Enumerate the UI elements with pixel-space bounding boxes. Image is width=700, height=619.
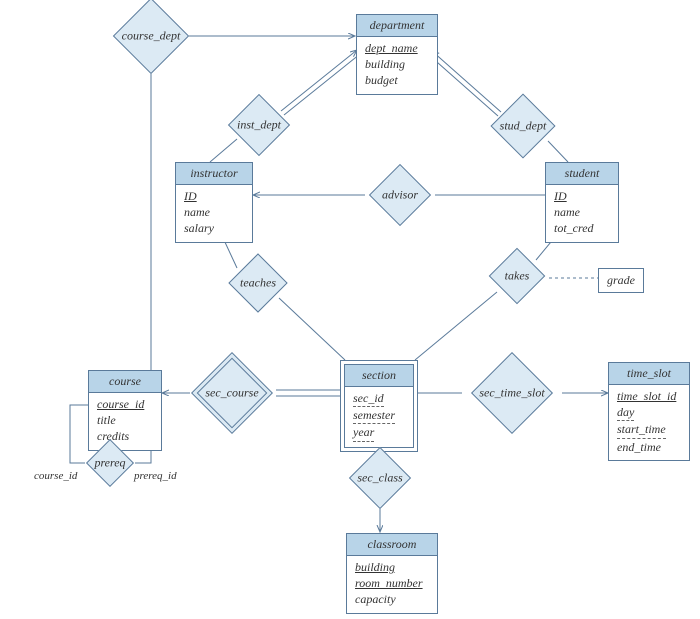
rel-prereq: prereq (93, 446, 127, 480)
entity-title: time_slot (609, 363, 689, 385)
entity-time-slot: time_slot time_slot_id day start_time en… (608, 362, 690, 461)
entity-section: section sec_id semester year (344, 364, 414, 448)
attr-grade: grade (598, 268, 644, 293)
rel-sec-time-slot: sec_time_slot (483, 364, 541, 422)
entity-student: student ID name tot_cred (545, 162, 619, 243)
entity-attrs: ID name salary (176, 185, 252, 242)
entity-title: student (546, 163, 618, 185)
entity-attrs: dept_name building budget (357, 37, 437, 94)
entity-classroom: classroom building room_number capacity (346, 533, 438, 614)
rel-stud-dept: stud_dept (500, 103, 546, 149)
entity-title: course (89, 371, 161, 393)
entity-attrs: course_id title credits (89, 393, 161, 450)
rel-takes: takes (497, 256, 537, 296)
rel-course-dept: course_dept (124, 9, 178, 63)
entity-instructor: instructor ID name salary (175, 162, 253, 243)
entity-attrs: time_slot_id day start_time end_time (609, 385, 689, 460)
entity-title: classroom (347, 534, 437, 556)
entity-attrs: sec_id semester year (345, 387, 413, 447)
role-prereq-id: prereq_id (134, 470, 177, 482)
role-course-id: course_id (34, 470, 77, 482)
entity-title: instructor (176, 163, 252, 185)
rel-inst-dept: inst_dept (237, 103, 281, 147)
rel-advisor: advisor (378, 173, 422, 217)
entity-title: department (357, 15, 437, 37)
rel-sec-course: sec_course (207, 368, 257, 418)
entity-course: course course_id title credits (88, 370, 162, 451)
entity-title: section (345, 365, 413, 387)
entity-department: department dept_name building budget (356, 14, 438, 95)
entity-attrs: ID name tot_cred (546, 185, 618, 242)
rel-teaches: teaches (237, 262, 279, 304)
entity-attrs: building room_number capacity (347, 556, 437, 613)
rel-sec-class: sec_class (358, 456, 402, 500)
